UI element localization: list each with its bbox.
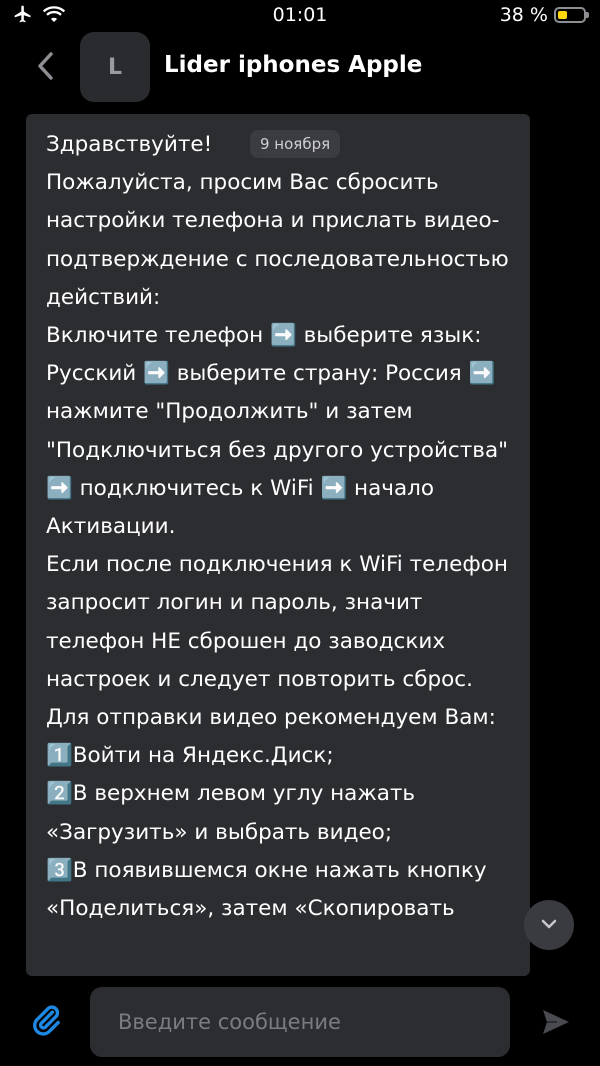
battery-icon <box>554 7 589 23</box>
paperclip-icon <box>29 1003 63 1041</box>
date-badge: 9 ноября <box>250 130 341 158</box>
battery-fill <box>558 11 567 19</box>
status-bar: 01:01 38 % <box>0 0 600 32</box>
message-bubble[interactable]: Здравствуйте! Пожалуйста, просим Вас сбр… <box>26 114 530 976</box>
status-right: 38 % <box>499 4 589 26</box>
battery-percent: 38 % <box>499 4 548 26</box>
back-button[interactable] <box>28 48 62 88</box>
message-input[interactable] <box>116 1009 510 1035</box>
composer <box>0 976 600 1066</box>
scroll-down-button[interactable] <box>524 900 574 950</box>
attach-button[interactable] <box>26 1002 66 1042</box>
chat-title[interactable]: Lider iphones Apple <box>164 52 422 78</box>
send-icon <box>541 1008 571 1040</box>
avatar-letter: L <box>107 54 123 80</box>
message-text: Здравствуйте! Пожалуйста, просим Вас сбр… <box>46 132 509 922</box>
message-input-box[interactable] <box>90 987 510 1057</box>
avatar[interactable]: L <box>80 32 150 102</box>
send-button[interactable] <box>536 1004 576 1044</box>
chevron-down-icon <box>539 916 559 935</box>
chat-header: L Lider iphones Apple <box>0 32 600 104</box>
chevron-left-icon <box>35 51 55 85</box>
